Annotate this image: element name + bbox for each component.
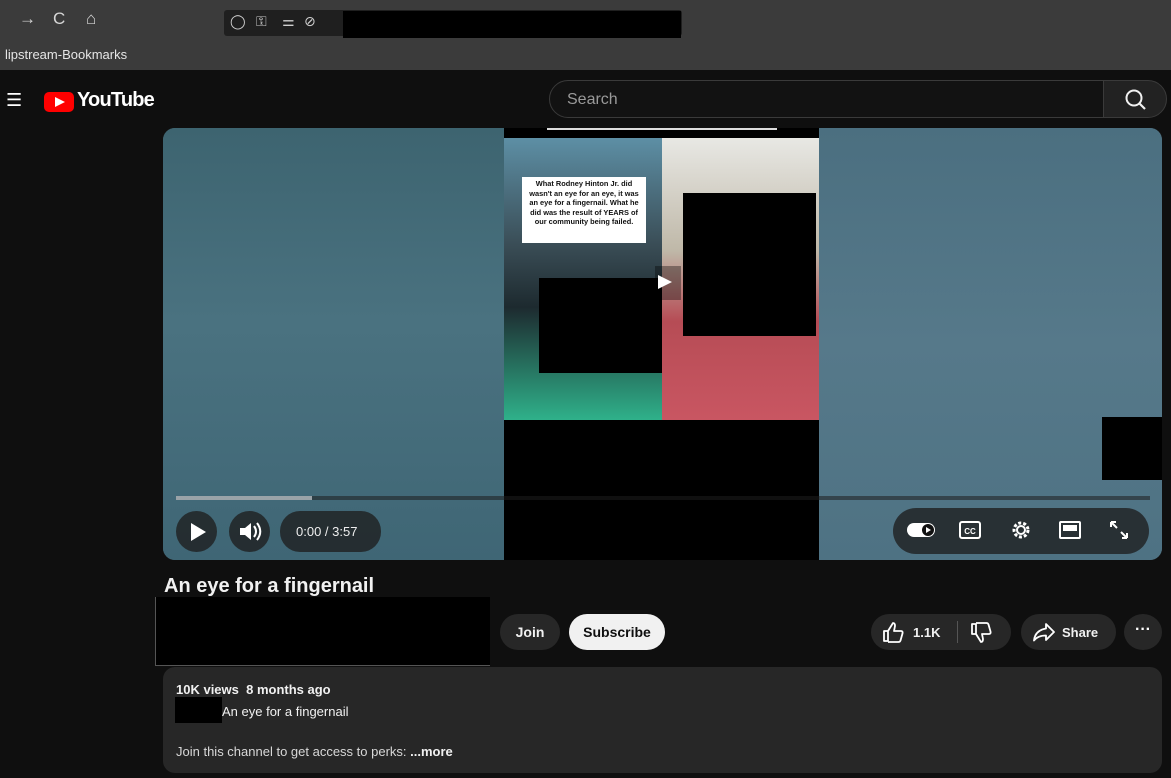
video-caption-text: What Rodney Hinton Jr. did wasn't an eye… — [522, 177, 646, 243]
like-dislike-segment — [871, 614, 1011, 650]
svg-text:CC: CC — [964, 527, 976, 536]
more-actions-icon[interactable]: ··· — [1124, 614, 1162, 650]
search-input[interactable]: Search — [549, 80, 1104, 118]
description-redaction — [175, 697, 222, 723]
progress-bar[interactable] — [176, 496, 1150, 500]
search-button[interactable] — [1103, 80, 1167, 118]
lock-icon[interactable]: ⚿ — [256, 13, 267, 30]
time-display: 0:00 / 3:57 — [280, 511, 381, 552]
video-title: An eye for a fingernail — [164, 575, 375, 597]
channel-info-redaction — [155, 597, 490, 666]
search-placeholder: Search — [567, 91, 618, 108]
hamburger-menu-icon[interactable]: ☰ — [6, 90, 22, 111]
miniplayer-icon — [1059, 521, 1081, 539]
subscribe-button[interactable]: Subscribe — [569, 614, 665, 650]
description-title: An eye for a fingernail — [222, 704, 349, 719]
blocked-media-icon[interactable]: ⊘ — [304, 13, 316, 30]
face-redaction — [683, 193, 816, 336]
view-stats: 10K views 8 months ago — [176, 682, 331, 697]
fullscreen-icon — [1110, 521, 1128, 539]
window-edge — [0, 70, 8, 778]
join-button[interactable]: Join — [500, 614, 560, 650]
like-icon[interactable] — [881, 620, 907, 644]
gear-icon — [1012, 521, 1030, 539]
forward-icon[interactable]: → — [19, 9, 36, 29]
settings-button[interactable] — [1003, 512, 1039, 562]
description-join-text: Join this channel to get access to perks… — [176, 744, 411, 759]
autoplay-toggle[interactable] — [903, 512, 939, 562]
volume-icon — [240, 522, 262, 541]
volume-button[interactable] — [229, 511, 270, 552]
progress-buffer — [176, 496, 312, 500]
reload-icon[interactable]: C — [53, 9, 65, 29]
autoplay-icon — [907, 523, 935, 537]
show-more-link[interactable]: ...more — [410, 744, 453, 759]
play-button[interactable] — [176, 511, 217, 552]
dislike-icon[interactable] — [969, 621, 995, 645]
miniplayer-button[interactable] — [1052, 512, 1088, 562]
fullscreen-button[interactable] — [1101, 512, 1137, 562]
video-top-edge — [547, 128, 777, 130]
youtube-logo-text[interactable]: YouTube — [77, 89, 155, 112]
share-icon — [1033, 623, 1055, 642]
shield-icon[interactable]: ◯ — [230, 13, 246, 30]
bookmark-folder[interactable]: lipstream-Bookmarks — [5, 47, 127, 62]
search-icon — [1125, 89, 1146, 110]
youtube-logo-icon[interactable] — [44, 92, 74, 112]
like-divider — [957, 621, 958, 643]
bookmarks-bar: lipstream-Bookmarks — [0, 40, 1171, 70]
like-count[interactable]: 1.1K — [913, 625, 940, 640]
url-redaction — [343, 11, 681, 38]
captions-button[interactable]: CC — [952, 512, 988, 562]
share-label[interactable]: Share — [1062, 625, 1098, 640]
time-text: 0:00 / 3:57 — [296, 524, 358, 539]
permissions-icon[interactable]: ⚌ — [282, 13, 295, 30]
face-redaction — [539, 278, 662, 373]
description-text: Join this channel to get access to perks… — [176, 744, 453, 759]
home-icon[interactable]: ⌂ — [86, 9, 96, 29]
overlay-redaction — [1102, 417, 1162, 480]
next-slide-icon[interactable] — [655, 266, 681, 300]
cc-icon: CC — [959, 521, 981, 539]
